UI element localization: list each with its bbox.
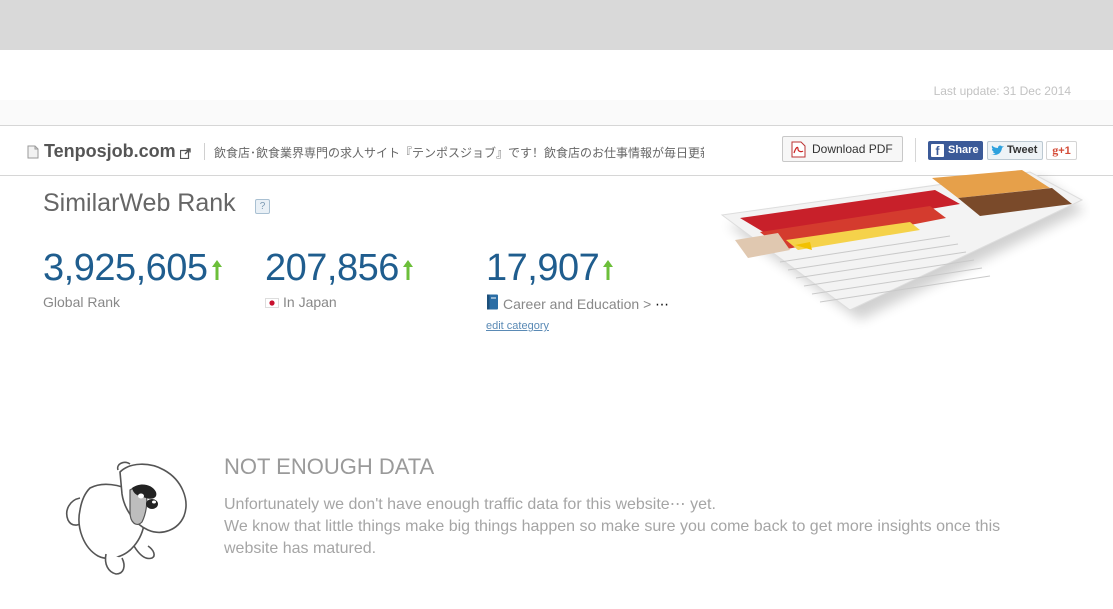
edit-category-link[interactable]: edit category xyxy=(486,320,549,332)
site-name[interactable]: Tenposjob.com xyxy=(44,141,176,162)
not-enough-data-line2: We know that little things make big thin… xyxy=(224,518,1001,557)
category-rank-row: 17,907 xyxy=(486,247,669,290)
up-arrow-icon xyxy=(402,260,413,280)
global-rank: 3,925,605 Global Rank xyxy=(43,247,223,310)
website-thumbnail[interactable] xyxy=(700,170,1090,340)
category-rank-value: 17,907 xyxy=(486,247,600,289)
external-link-icon[interactable] xyxy=(179,146,191,164)
header-band xyxy=(0,100,1113,125)
divider xyxy=(204,143,205,160)
up-arrow-icon xyxy=(211,260,222,280)
gplus-label: +1 xyxy=(1058,145,1071,157)
country-rank-label-row: In Japan xyxy=(265,294,414,311)
global-rank-label: Global Rank xyxy=(43,294,121,310)
download-pdf-label: Download PDF xyxy=(812,142,893,156)
google-plus-button[interactable]: g+1 xyxy=(1046,141,1077,160)
facebook-share-label: Share xyxy=(948,144,979,156)
facebook-icon: f xyxy=(931,144,944,158)
not-enough-data-line1: Unfortunately we don't have enough traff… xyxy=(224,496,716,513)
pdf-icon xyxy=(791,141,806,158)
site-description: 飲食店･飲食業界専門の求人サイト『テンポスジョブ』です！飲食店のお仕事情報が毎日… xyxy=(214,146,704,160)
facebook-share-button[interactable]: f Share xyxy=(928,141,983,160)
site-bar: Tenposjob.com 飲食店･飲食業界専門の求人サイト『テンポスジョブ』で… xyxy=(0,125,1113,176)
not-enough-data-title: NOT ENOUGH DATA xyxy=(224,454,435,479)
twitter-bird-icon xyxy=(991,145,1004,155)
global-rank-value: 3,925,605 xyxy=(43,247,208,289)
country-rank: 207,856 In Japan xyxy=(265,247,414,311)
download-pdf-button[interactable]: Download PDF xyxy=(782,136,903,162)
category-rank-label: Career and Education > xyxy=(503,296,652,312)
divider xyxy=(915,138,916,162)
category-rank: 17,907 Career and Education > ⋯ xyxy=(486,247,669,313)
tweet-button[interactable]: Tweet xyxy=(987,141,1043,160)
global-rank-row: 3,925,605 xyxy=(43,247,223,290)
last-update: Last update: 31 Dec 2014 xyxy=(933,84,1071,98)
sad-puppy-illustration xyxy=(65,461,187,575)
japan-flag-icon xyxy=(265,295,279,311)
help-icon[interactable]: ? xyxy=(255,199,270,214)
country-rank-row: 207,856 xyxy=(265,247,414,290)
tweet-label: Tweet xyxy=(1007,144,1038,156)
category-rank-label-row: Career and Education > ⋯ xyxy=(486,294,669,313)
up-arrow-icon xyxy=(603,260,614,280)
country-rank-value: 207,856 xyxy=(265,247,399,289)
top-bar xyxy=(0,0,1113,50)
page-icon xyxy=(27,145,39,164)
category-book-icon xyxy=(486,294,499,313)
country-rank-label: In Japan xyxy=(283,294,337,310)
category-more-icon[interactable]: ⋯ xyxy=(655,296,669,312)
similarweb-rank-title: SimilarWeb Rank xyxy=(43,189,236,217)
not-enough-data-message: Unfortunately we don't have enough traff… xyxy=(224,494,1024,560)
